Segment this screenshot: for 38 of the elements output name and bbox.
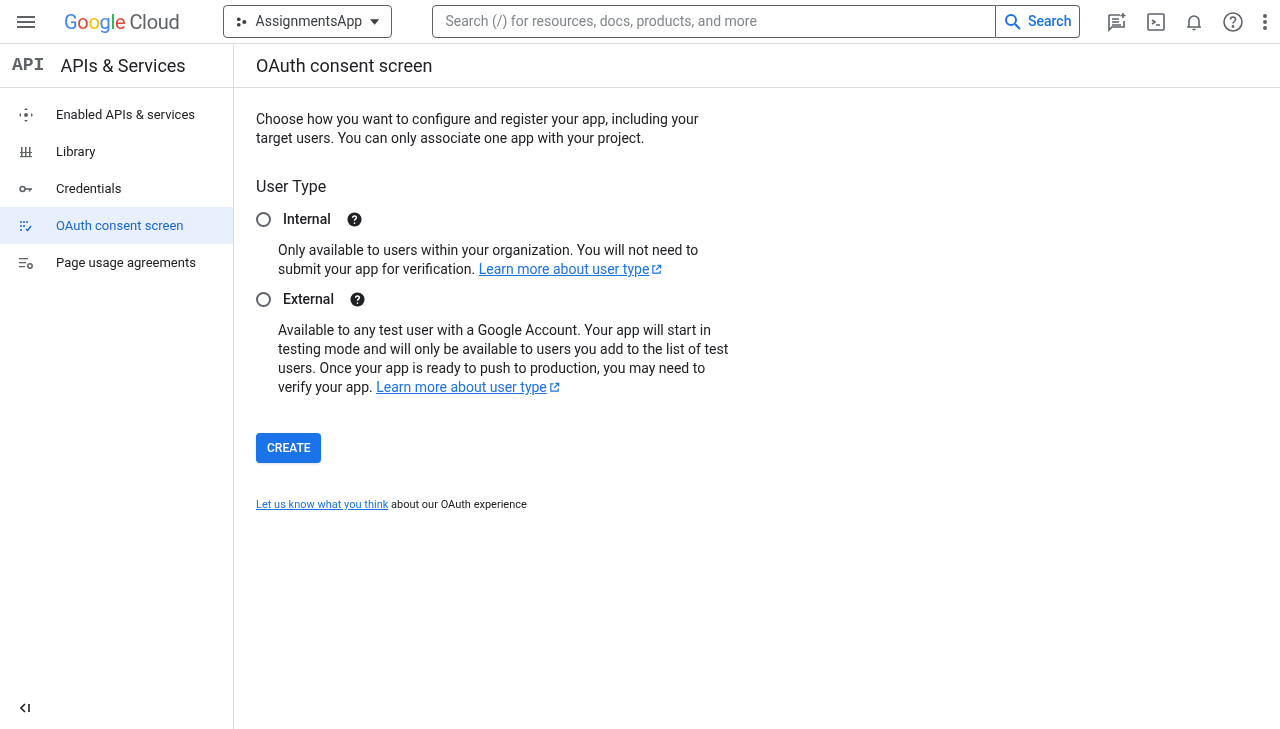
learn-more-link[interactable]: Learn more about user type	[478, 261, 650, 277]
terminal-icon[interactable]	[1146, 11, 1166, 32]
option-description: Only available to users within your organization. You will not need to submit your app for verification. Learn more about user type	[278, 241, 700, 279]
feedback-link[interactable]: Let us know what you think	[256, 498, 389, 511]
sidebar-item[interactable]: Enabled APIs & services	[0, 96, 233, 133]
help-icon[interactable]	[346, 211, 362, 227]
google-cloud-logo[interactable]: Google Cloud	[64, 6, 180, 37]
more-icon[interactable]	[1262, 12, 1268, 31]
create-button[interactable]: CREATE	[256, 433, 322, 463]
feedback-text: Let us know what you think about our OAuth experience	[256, 497, 528, 513]
option-label: Internal	[283, 209, 331, 229]
project-dots-icon	[236, 15, 248, 28]
feedback-icon[interactable]	[1106, 10, 1128, 33]
help-icon[interactable]	[1222, 10, 1244, 33]
api-label: API	[12, 54, 45, 77]
option-label: External	[283, 289, 334, 309]
intro-text: Choose how you want to configure and register your app, including your target users. You can only associate one app with your project.	[256, 110, 700, 148]
sidebar-title: APIs & Services	[60, 54, 186, 78]
page-title: OAuth consent screen	[256, 54, 433, 78]
project-picker[interactable]: AssignmentsApp	[223, 5, 393, 38]
external-link-icon	[651, 264, 663, 275]
search-field[interactable]: Search (/) for resources, docs, products, and more	[432, 5, 997, 38]
external-link-icon	[548, 382, 560, 393]
radio-button[interactable]	[256, 211, 271, 227]
section-heading: User Type	[256, 176, 328, 198]
sidebar-item[interactable]: Page usage agreements	[0, 244, 233, 281]
move-arrows-icon	[18, 106, 34, 123]
radio-button[interactable]	[256, 291, 271, 307]
search-icon	[1004, 12, 1023, 31]
search-button[interactable]: Search	[996, 5, 1081, 38]
learn-more-link[interactable]: Learn more about user type	[376, 379, 547, 395]
collapse-icon[interactable]	[20, 703, 32, 713]
caret-icon	[370, 18, 380, 25]
sidebar-item[interactable]: Library	[0, 133, 233, 170]
option-description: Available to any test user with a Google Account. Your app will start in testing mode and will only be available to users you add to the list of test users. Once your app is ready to push to production, you may need to verify your app. Learn more about user type	[278, 321, 730, 397]
help-icon[interactable]	[349, 291, 365, 307]
sidebar-item[interactable]: OAuth consent screen	[0, 207, 233, 244]
sidebar-item[interactable]: Credentials	[0, 170, 233, 207]
